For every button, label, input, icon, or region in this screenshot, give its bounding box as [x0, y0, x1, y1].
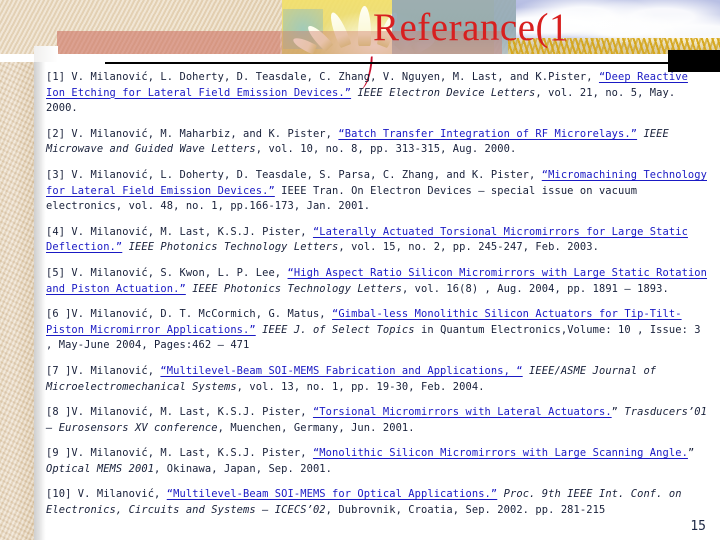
reference-entry: [6 ]V. Milanović, D. T. McCormich, G. Ma… — [46, 307, 708, 354]
reference-link[interactable]: “Monolithic Silicon Micromirrors with La… — [313, 447, 688, 459]
page-number: 15 — [690, 519, 706, 534]
reference-link[interactable]: “Multilevel-Beam SOI-MEMS Fabrication an… — [160, 365, 522, 377]
reference-journal: Optical MEMS 2001 — [46, 462, 155, 475]
reference-text: [1] V. Milanović, L. Doherty, D. Teasdal… — [46, 71, 599, 83]
reference-entry: [5] V. Milanović, S. Kwon, L. P. Lee, “H… — [46, 266, 708, 297]
reference-text: , Muenchen, Germany, Jun. 2001. — [217, 421, 415, 434]
reference-entry: [8 ]V. Milanović, M. Last, K.S.J. Pister… — [46, 405, 708, 436]
reference-text: , Dubrovnik, Croatia, Sep. 2002. pp. 281… — [325, 504, 606, 517]
reference-entry: [2] V. Milanović, M. Maharbiz, and K. Pi… — [46, 127, 708, 158]
reference-entry: [10] V. Milanović, “Multilevel-Beam SOI-… — [46, 487, 708, 518]
reference-text: , Okinawa, Japan, Sep. 2001. — [154, 462, 333, 475]
reference-list: [1] V. Milanović, L. Doherty, D. Teasdal… — [46, 70, 708, 529]
reference-link[interactable]: “Multilevel-Beam SOI-MEMS for Optical Ap… — [167, 488, 498, 500]
reference-text: [4] V. Milanović, M. Last, K.S.J. Pister… — [46, 225, 313, 238]
reference-text: ” — [611, 406, 625, 419]
reference-text: [8 ]V. Milanović, M. Last, K.S.J. Pister… — [46, 406, 313, 419]
slide-referance-1: Referance(1 [1] V. Milanović, L. Doherty… — [0, 0, 720, 540]
header-divider-rule — [105, 62, 710, 64]
page-title: Referance(1 — [372, 6, 570, 49]
reference-text: [3] V. Milanović, L. Doherty, D. Teasdal… — [46, 168, 542, 181]
reference-text: [6 ]V. Milanović, D. T. McCormich, G. Ma… — [46, 308, 333, 321]
left-texture-strip — [0, 0, 34, 540]
reference-journal: IEEE Photonics Technology Letters — [128, 241, 339, 254]
reference-text: , vol. 15, no. 2, pp. 245-247, Feb. 2003… — [338, 241, 599, 254]
reference-text: [5] V. Milanović, S. Kwon, L. P. Lee, — [46, 266, 288, 279]
left-gradient-fade — [34, 0, 46, 540]
reference-text: ” — [687, 447, 695, 460]
reference-text: [7 ]V. Milanović, — [46, 364, 161, 377]
reference-text: [10] V. Milanović, — [46, 488, 167, 501]
reference-text: [2] V. Milanović, M. Maharbiz, and K. Pi… — [46, 127, 339, 140]
banner-salmon-bar — [57, 31, 280, 54]
reference-text: [9 ]V. Milanović, M. Last, K.S.J. Pister… — [46, 447, 313, 460]
reference-entry: [1] V. Milanović, L. Doherty, D. Teasdal… — [46, 70, 708, 117]
reference-journal: IEEE Photonics Technology Letters — [192, 282, 402, 295]
reference-text: , vol. 10, no. 8, pp. 313-315, Aug. 2000… — [255, 143, 517, 156]
reference-entry: [9 ]V. Milanović, M. Last, K.S.J. Pister… — [46, 446, 708, 477]
reference-text: , vol. 16(8) , Aug. 2004, pp. 1891 – 189… — [401, 282, 669, 295]
reference-journal: IEEE Electron Device Letters — [357, 86, 536, 99]
reference-entry: [7 ]V. Milanović, “Multilevel-Beam SOI-M… — [46, 364, 708, 395]
reference-entry: [4] V. Milanović, M. Last, K.S.J. Pister… — [46, 225, 708, 256]
reference-entry: [3] V. Milanović, L. Doherty, D. Teasdal… — [46, 168, 708, 215]
banner-white-cutout — [0, 54, 668, 62]
reference-link[interactable]: “Batch Transfer Integration of RF Micror… — [338, 128, 637, 140]
reference-journal: IEEE J. of Select Topics — [262, 323, 415, 336]
banner-white-cutout-left — [34, 46, 58, 62]
banner-black-block — [668, 50, 720, 72]
reference-link[interactable]: “Torsional Micromirrors with Lateral Act… — [313, 406, 612, 418]
reference-text: , vol. 13, no. 1, pp. 19-30, Feb. 2004. — [236, 380, 485, 393]
